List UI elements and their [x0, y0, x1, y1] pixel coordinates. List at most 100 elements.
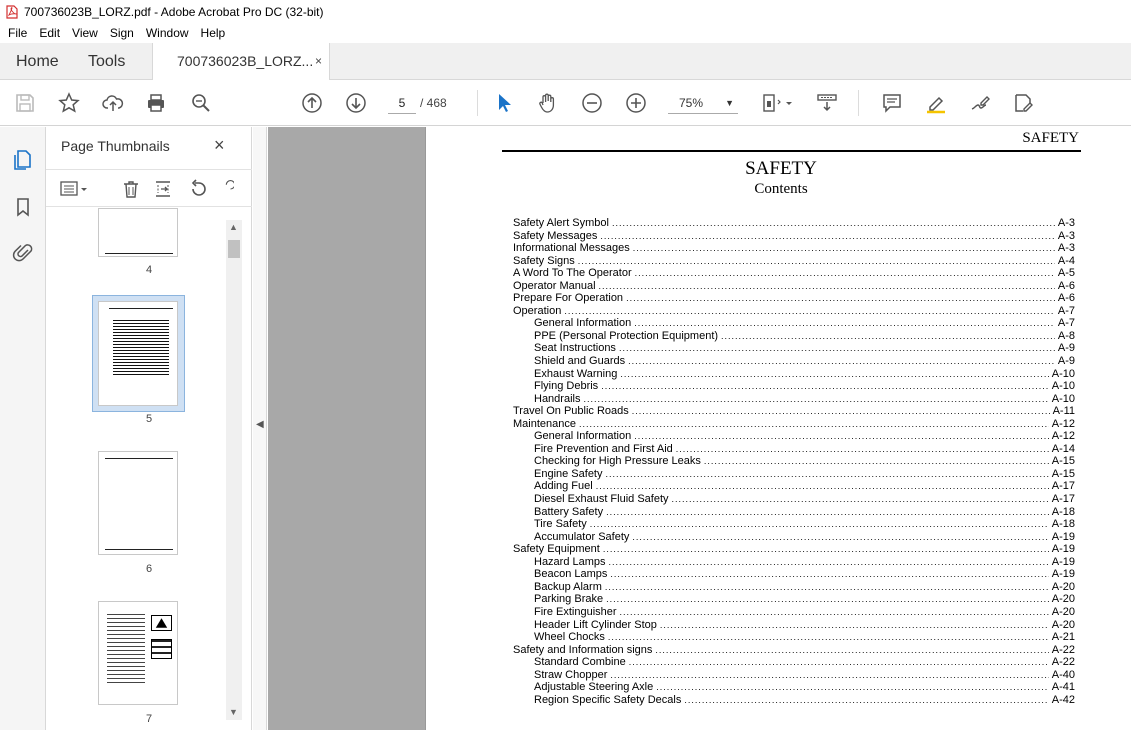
toc-entry-title: Prepare For Operation	[513, 292, 624, 305]
scroll-mode-icon[interactable]	[815, 91, 839, 115]
toc-entry[interactable]: General Information A-12	[513, 430, 1075, 443]
menu-window[interactable]: Window	[140, 26, 195, 40]
toc-entry[interactable]: Seat Instructions A-9	[513, 342, 1075, 355]
toolbar-divider	[858, 90, 859, 116]
toc-entry[interactable]: Straw Chopper A-40	[513, 669, 1075, 682]
toc-entry[interactable]: Flying Debris A-10	[513, 380, 1075, 393]
toc-entry[interactable]: Battery Safety A-18	[513, 506, 1075, 519]
page-thumbnail[interactable]	[98, 451, 178, 555]
toc-entry[interactable]: Operation A-7	[513, 305, 1075, 318]
chevron-down-icon[interactable]: ▼	[229, 707, 238, 717]
toc-entry[interactable]: Fire Prevention and First Aid A-14	[513, 443, 1075, 456]
fit-page-icon[interactable]	[760, 91, 784, 115]
thumbnail-scrollbar[interactable]: ▲ ▼	[226, 220, 242, 720]
toc-entry[interactable]: Parking Brake A-20	[513, 593, 1075, 606]
toc-entry[interactable]: Safety Alert Symbol A-3	[513, 217, 1075, 230]
fill-sign-icon[interactable]	[1011, 91, 1035, 115]
toc-leader-dots	[612, 217, 1055, 230]
hand-tool-icon[interactable]	[536, 91, 560, 115]
toc-entry-title: Informational Messages	[513, 242, 630, 255]
menu-file[interactable]: File	[2, 26, 33, 40]
toc-entry[interactable]: Safety Messages A-3	[513, 230, 1075, 243]
toc-entry[interactable]: Backup Alarm A-20	[513, 581, 1075, 594]
toc-entry[interactable]: General Information A-7	[513, 317, 1075, 330]
toc-entry[interactable]: Diesel Exhaust Fluid Safety A-17	[513, 493, 1075, 506]
toc-entry[interactable]: Tire Safety A-18	[513, 518, 1075, 531]
zoom-search-icon[interactable]	[189, 91, 213, 115]
toc-entry[interactable]: PPE (Personal Protection Equipment) A-8	[513, 330, 1075, 343]
page-thumbnail[interactable]	[98, 301, 178, 406]
toc-entry-page: A-15	[1051, 467, 1075, 480]
zoom-out-icon[interactable]	[580, 91, 604, 115]
toc-entry[interactable]: Region Specific Safety Decals A-42	[513, 694, 1075, 707]
page-number-input[interactable]: 5	[388, 92, 416, 114]
select-cursor-icon[interactable]	[492, 91, 516, 115]
toc-entry[interactable]: Safety and Information signs A-22	[513, 644, 1075, 657]
toc-entry[interactable]: Exhaust Warning A-10	[513, 368, 1075, 381]
print-icon[interactable]	[144, 91, 168, 115]
toc-entry[interactable]: Adjustable Steering Axle A-41	[513, 681, 1075, 694]
close-tab-icon[interactable]: ×	[315, 43, 322, 80]
page-thumbnails-icon[interactable]	[10, 147, 36, 173]
toc-entry-title: Safety Equipment	[513, 543, 600, 556]
page-thumbnail[interactable]	[98, 601, 178, 705]
toc-entry[interactable]: Travel On Public Roads A-11	[513, 405, 1075, 418]
scrollbar-thumb[interactable]	[228, 240, 240, 258]
toc-entry[interactable]: Beacon Lamps A-19	[513, 568, 1075, 581]
toc-entry[interactable]: Checking for High Pressure Leaks A-15	[513, 455, 1075, 468]
comment-icon[interactable]	[880, 91, 904, 115]
chevron-down-icon[interactable]	[784, 91, 794, 115]
toc-entry[interactable]: Handrails A-10	[513, 393, 1075, 406]
attachment-paperclip-icon[interactable]	[10, 239, 36, 265]
zoom-in-icon[interactable]	[624, 91, 648, 115]
close-panel-icon[interactable]: ×	[214, 135, 225, 156]
toc-entry[interactable]: Prepare For Operation A-6	[513, 292, 1075, 305]
previous-page-icon[interactable]	[300, 91, 324, 115]
options-menu-icon[interactable]	[60, 178, 88, 200]
toc-entry[interactable]: Standard Combine A-22	[513, 656, 1075, 669]
menu-edit[interactable]: Edit	[33, 26, 66, 40]
toc-entry[interactable]: A Word To The Operator A-5	[513, 267, 1075, 280]
navigation-rail	[0, 127, 46, 730]
toc-entry-page: A-40	[1051, 668, 1075, 681]
delete-page-icon[interactable]	[120, 178, 142, 200]
tab-tools[interactable]: Tools	[88, 43, 125, 80]
toc-leader-dots	[603, 543, 1049, 556]
upload-cloud-icon[interactable]	[101, 91, 125, 115]
menu-sign[interactable]: Sign	[104, 26, 140, 40]
toc-entry[interactable]: Informational Messages A-3	[513, 242, 1075, 255]
toc-entry[interactable]: Safety Equipment A-19	[513, 543, 1075, 556]
toc-entry-page: A-19	[1051, 555, 1075, 568]
highlight-pen-icon[interactable]	[924, 91, 948, 115]
toc-entry[interactable]: Wheel Chocks A-21	[513, 631, 1075, 644]
menu-view[interactable]: View	[66, 26, 104, 40]
save-icon[interactable]	[13, 91, 37, 115]
toc-entry[interactable]: Maintenance A-12	[513, 418, 1075, 431]
draw-sign-icon[interactable]	[968, 91, 992, 115]
zoom-level-select[interactable]: 75% ▼	[668, 92, 738, 114]
rotate-left-icon[interactable]	[187, 178, 209, 200]
toc-leader-dots	[610, 669, 1048, 682]
toc-entry[interactable]: Shield and Guards A-9	[513, 355, 1075, 368]
toc-entry[interactable]: Header Lift Cylinder Stop A-20	[513, 619, 1075, 632]
chevron-up-icon[interactable]: ▲	[229, 222, 238, 232]
tab-home[interactable]: Home	[16, 43, 59, 80]
rotate-right-icon[interactable]	[220, 178, 234, 200]
document-viewer[interactable]: SAFETY SAFETY Contents Safety Alert Symb…	[268, 127, 1131, 730]
toc-leader-dots	[583, 393, 1048, 406]
toc-entry[interactable]: Hazard Lamps A-19	[513, 556, 1075, 569]
bookmark-icon[interactable]	[10, 194, 36, 220]
toc-entry[interactable]: Accumulator Safety A-19	[513, 531, 1075, 544]
toc-entry[interactable]: Fire Extinguisher A-20	[513, 606, 1075, 619]
extract-pages-icon[interactable]	[152, 178, 174, 200]
toc-entry[interactable]: Adding Fuel A-17	[513, 480, 1075, 493]
toc-entry[interactable]: Engine Safety A-15	[513, 468, 1075, 481]
menu-help[interactable]: Help	[195, 26, 232, 40]
next-page-icon[interactable]	[344, 91, 368, 115]
tab-document[interactable]: 700736023B_LORZ... ×	[152, 43, 330, 81]
toc-entry[interactable]: Safety Signs A-4	[513, 255, 1075, 268]
bookmark-star-icon[interactable]	[57, 91, 81, 115]
panel-collapse-handle[interactable]: ◀	[253, 127, 267, 730]
page-thumbnail[interactable]	[98, 208, 178, 257]
toc-entry[interactable]: Operator Manual A-6	[513, 280, 1075, 293]
